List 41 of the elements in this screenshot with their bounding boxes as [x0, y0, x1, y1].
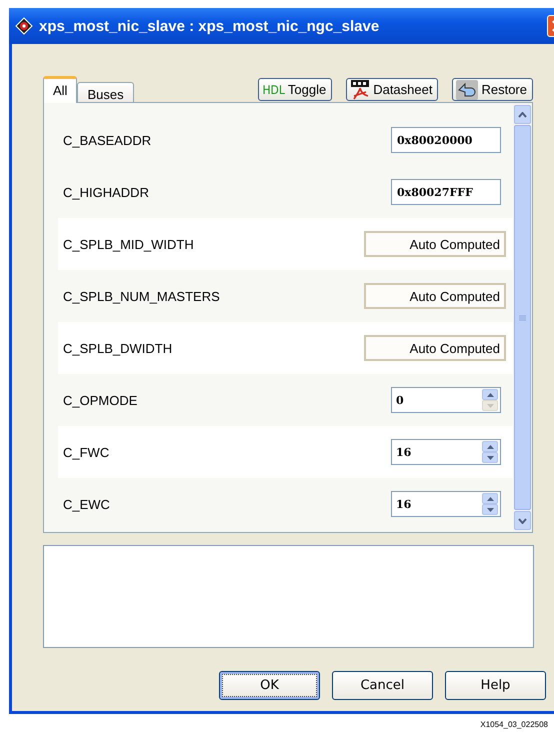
value-field[interactable]: 0x80027FFF	[391, 179, 501, 205]
figure-label: X1054_03_022508	[480, 720, 548, 729]
tab[interactable]: Buses	[77, 82, 134, 103]
spin-value: 16	[396, 498, 412, 510]
spin-down-button[interactable]	[482, 452, 498, 463]
dialog-button[interactable]: Cancel	[332, 671, 433, 700]
spin-up-button[interactable]	[482, 389, 498, 400]
spin-up-button[interactable]	[482, 493, 498, 504]
hdl-label: HDL	[262, 82, 285, 96]
spin-field[interactable]: 16	[391, 439, 501, 465]
grip-icon	[519, 314, 526, 320]
window-title: xps_most_nic_slave : xps_most_nic_ngc_slave	[39, 18, 380, 34]
parameter-label: C_HIGHADDR	[62, 184, 150, 200]
auto-computed-field: Auto Computed	[364, 335, 506, 361]
auto-computed-field: Auto Computed	[364, 283, 506, 309]
spin-up-button[interactable]	[482, 441, 498, 452]
toolbar-button[interactable]: HDL Toggle	[258, 78, 332, 101]
parameter-label: C_EWC	[62, 496, 111, 512]
dialog-button[interactable]: Help	[445, 671, 546, 700]
parameter-label: C_SPLB_MID_WIDTH	[62, 236, 195, 252]
spin-field[interactable]: 0	[391, 387, 501, 413]
spin-value: 0	[396, 394, 404, 406]
spin-value: 16	[396, 446, 412, 458]
dialog-button[interactable]: OK	[219, 671, 320, 700]
toolbar-button[interactable]: Restore	[452, 78, 533, 101]
spin-field[interactable]: 16	[391, 491, 501, 517]
parameter-label: C_SPLB_DWIDTH	[62, 340, 174, 356]
scrollbar[interactable]	[513, 103, 532, 532]
value-field[interactable]: 0x80020000	[391, 127, 501, 153]
parameter-label: C_FWC	[62, 444, 110, 460]
app-icon	[15, 17, 33, 35]
toolbar-button[interactable]: Datasheet	[346, 78, 438, 101]
spin-down-button[interactable]	[482, 504, 498, 515]
pdf-icon	[350, 80, 370, 100]
chevron-down-icon	[518, 518, 527, 524]
auto-computed-field: Auto Computed	[364, 231, 506, 257]
parameter-label: C_SPLB_NUM_MASTERS	[62, 288, 221, 304]
parameter-label: C_OPMODE	[62, 392, 138, 408]
tab[interactable]: All	[43, 76, 78, 103]
parameter-label: C_BASEADDR	[62, 132, 152, 148]
chevron-up-icon	[518, 112, 527, 118]
